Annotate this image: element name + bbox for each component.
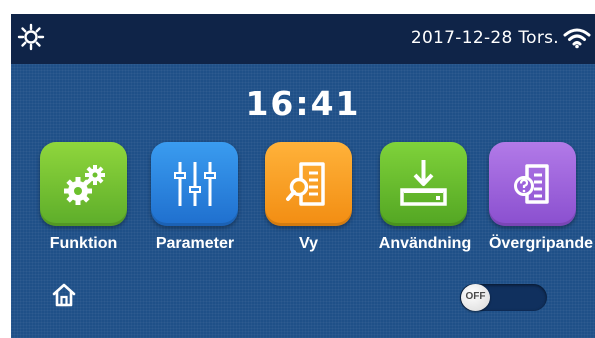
parameter-label: Parameter [155, 235, 235, 252]
vy-label: Vy [299, 235, 318, 252]
date-time: 2017-12-28 Tors. [411, 28, 559, 48]
document-search-icon [286, 162, 325, 206]
overgripande-label: Övergripande [488, 235, 594, 252]
clock-time: 16:41 [245, 84, 361, 123]
sliders-icon [174, 162, 216, 206]
wifi-icon [563, 28, 591, 49]
anvandning-button[interactable] [380, 142, 467, 226]
anvandning-label: Användning [378, 235, 472, 252]
funktion-label: Funktion [49, 235, 118, 252]
weekday-text: Tors. [518, 28, 559, 48]
funktion-button[interactable] [40, 142, 127, 226]
top-bar: 2017-12-28 Tors. [11, 14, 595, 64]
parameter-button[interactable] [151, 142, 238, 226]
toggle-state-label: OFF [465, 291, 486, 302]
gears-icon [64, 165, 105, 205]
document-help-icon [514, 164, 549, 204]
date-text: 2017-12-28 [410, 28, 513, 48]
download-tray-icon [400, 160, 447, 206]
home-icon[interactable] [51, 282, 77, 308]
vy-button[interactable] [265, 142, 352, 226]
overgripande-button[interactable] [489, 142, 576, 226]
sun-settings-icon[interactable] [17, 23, 45, 51]
screen: 2017-12-28 Tors. 16:41 Funktion Paramete… [11, 14, 595, 338]
power-toggle[interactable]: OFF [460, 284, 547, 311]
